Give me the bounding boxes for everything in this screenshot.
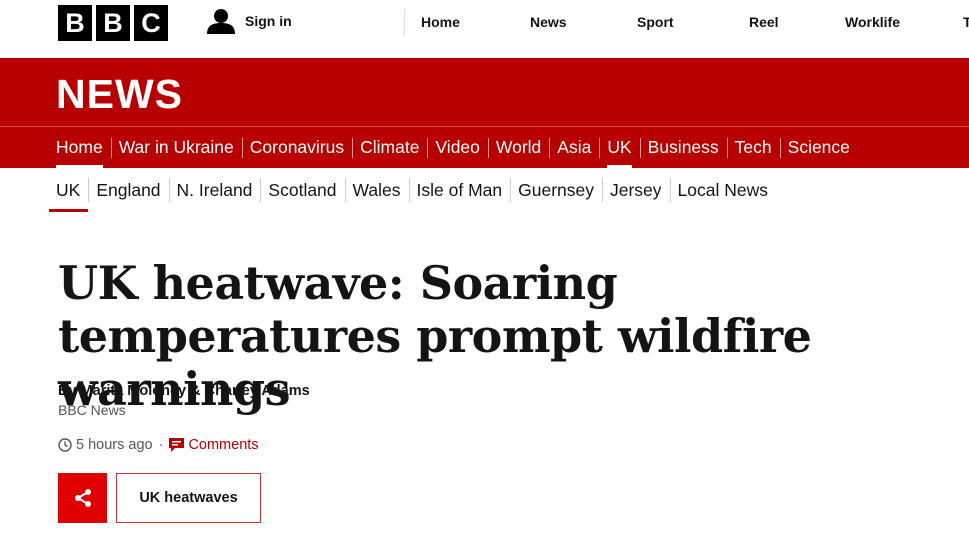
primary-nav-video[interactable]: Video [427,127,487,168]
secondary-nav-local-news[interactable]: Local News [669,169,776,212]
comment-icon [169,438,185,452]
comments-label: Comments [188,437,259,453]
secondary-nav-wales[interactable]: Wales [344,169,409,212]
global-nav-reel[interactable]: Reel [749,14,779,30]
secondary-nav-jersey[interactable]: Jersey [602,169,670,212]
article-byline: By Marita Moloney & Charley Adams [58,383,310,399]
secondary-nav-scotland[interactable]: Scotland [260,169,344,212]
news-banner: NEWS Home War in Ukraine Coronavirus Cli… [0,58,969,168]
primary-nav-home[interactable]: Home [48,127,111,168]
article-meta: 5 hours ago · Comments [58,437,259,453]
news-section-title[interactable]: NEWS [56,71,183,118]
secondary-nav-uk[interactable]: UK [48,169,89,212]
primary-nav-climate[interactable]: Climate [352,127,427,168]
primary-nav-war-in-ukraine[interactable]: War in Ukraine [110,127,242,168]
secondary-nav-guernsey[interactable]: Guernsey [510,169,602,212]
secondary-nav-isle-of-man[interactable]: Isle of Man [408,169,511,212]
primary-nav-asia[interactable]: Asia [549,127,599,168]
topic-tag-uk-heatwaves[interactable]: UK heatwaves [116,473,261,523]
global-nav-home[interactable]: Home [421,14,460,30]
secondary-nav-england[interactable]: England [88,169,168,212]
secondary-nav-n-ireland[interactable]: N. Ireland [168,169,261,212]
meta-separator: · [158,437,164,453]
global-nav-truncated[interactable]: T [963,14,969,30]
global-nav-sport[interactable]: Sport [637,14,674,30]
primary-nav-world[interactable]: World [487,127,549,168]
global-nav: Home News Sport Reel Worklife T [0,0,969,44]
article-source: BBC News [58,402,126,418]
news-primary-nav: Home War in Ukraine Coronavirus Climate … [48,127,858,168]
uk-secondary-nav: UK England N. Ireland Scotland Wales Isl… [48,169,776,212]
global-nav-news[interactable]: News [530,14,567,30]
primary-nav-coronavirus[interactable]: Coronavirus [241,127,352,168]
primary-nav-uk[interactable]: UK [599,127,639,168]
primary-nav-science[interactable]: Science [779,127,858,168]
primary-nav-business[interactable]: Business [639,127,727,168]
global-header: B B C Sign in Home News Sport Reel Workl… [0,0,969,58]
primary-nav-tech[interactable]: Tech [726,127,780,168]
comments-link[interactable]: Comments [169,437,259,453]
share-button[interactable] [58,473,107,523]
article-timestamp: 5 hours ago [76,437,153,453]
clock-icon [58,438,72,452]
global-nav-worklife[interactable]: Worklife [845,14,900,30]
share-icon [74,489,91,507]
